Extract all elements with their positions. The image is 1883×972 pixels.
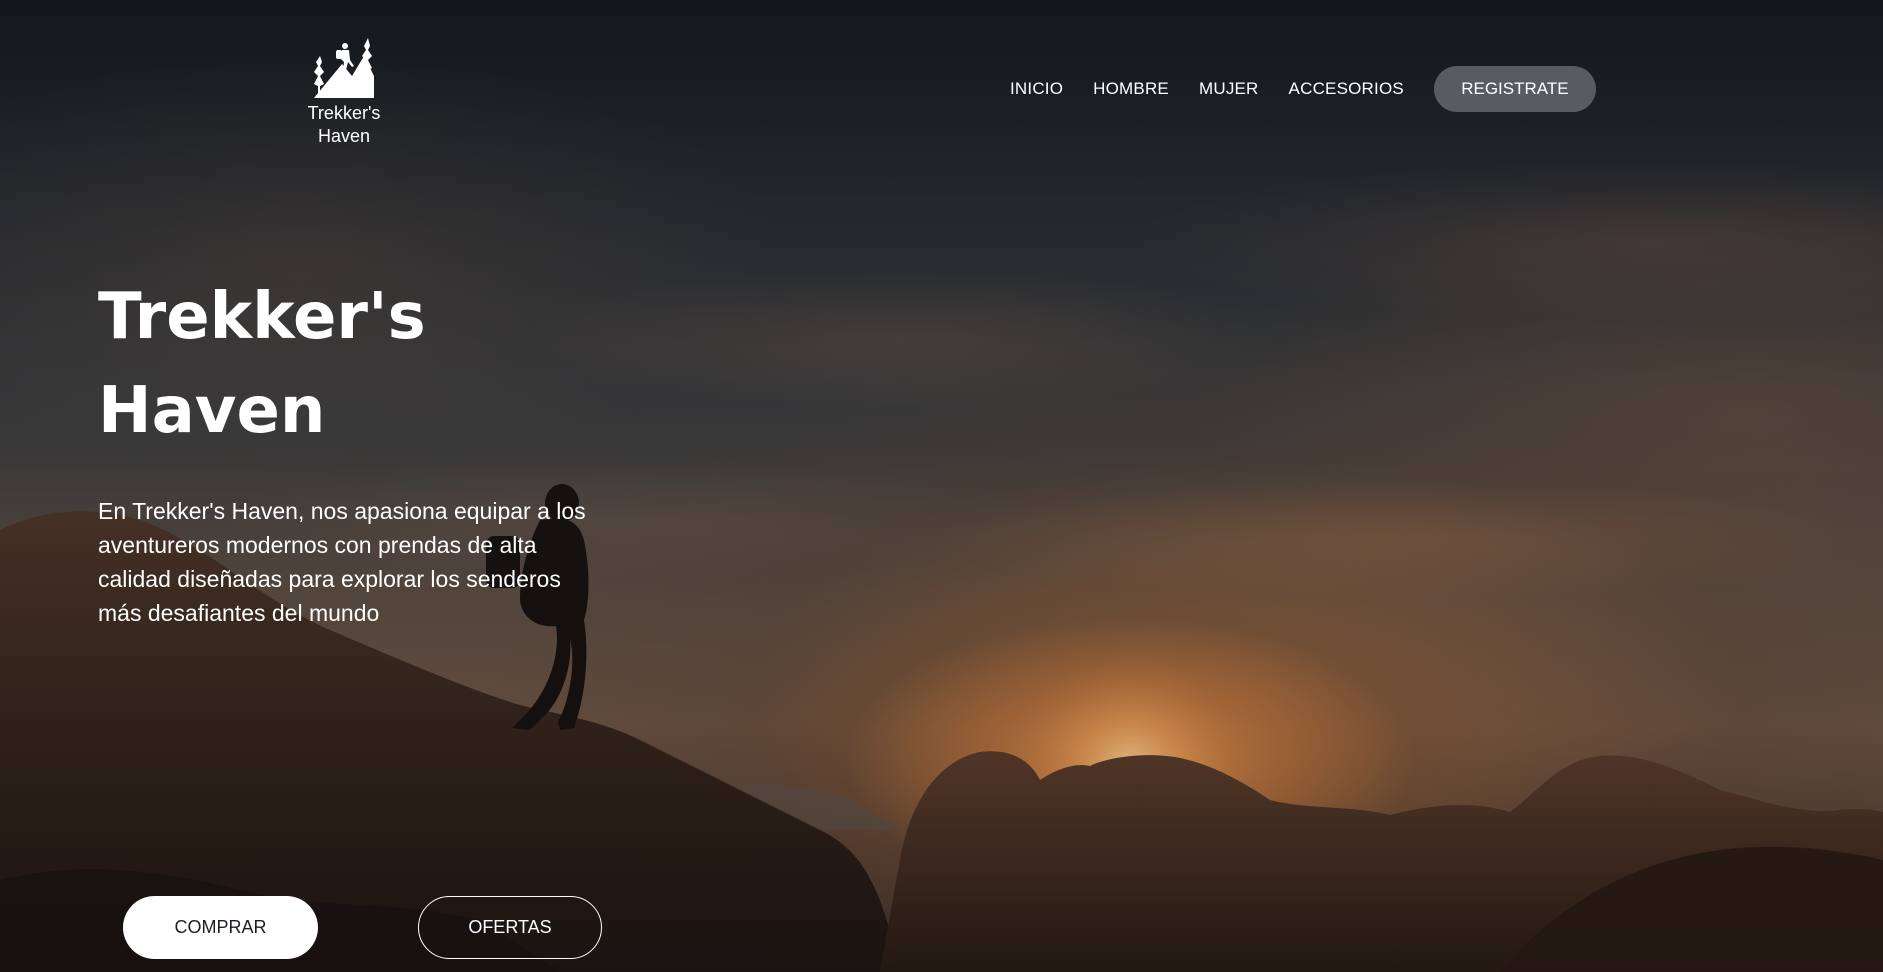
nav-accesorios[interactable]: ACCESORIOS bbox=[1289, 79, 1404, 99]
hero-overlay bbox=[0, 0, 1883, 972]
brand-logo[interactable]: Trekker's Haven bbox=[296, 36, 392, 148]
hiker-mountain-icon bbox=[314, 38, 374, 98]
offers-button[interactable]: OFERTAS bbox=[418, 896, 602, 959]
brand-name-line2: Haven bbox=[317, 126, 371, 146]
hero-description: En Trekker's Haven, nos apasiona equipar… bbox=[98, 498, 586, 626]
hero-title: Trekker's Haven bbox=[98, 270, 618, 458]
shop-button[interactable]: COMPRAR bbox=[123, 896, 318, 959]
nav-hombre[interactable]: HOMBRE bbox=[1093, 79, 1169, 99]
brand-name-line1: Trekker's bbox=[307, 103, 381, 123]
landing-page: Trekker's Haven INICIO HOMBRE MUJER ACCE… bbox=[0, 0, 1883, 972]
register-button[interactable]: REGISTRATE bbox=[1433, 66, 1596, 112]
nav-inicio[interactable]: INICIO bbox=[1010, 79, 1063, 99]
nav-mujer[interactable]: MUJER bbox=[1199, 79, 1259, 99]
main-nav: INICIO HOMBRE MUJER ACCESORIOS REGISTRAT… bbox=[1010, 66, 1596, 112]
hero-title-line1: Trekker's bbox=[98, 280, 426, 354]
hero-title-line2: Haven bbox=[98, 374, 326, 448]
